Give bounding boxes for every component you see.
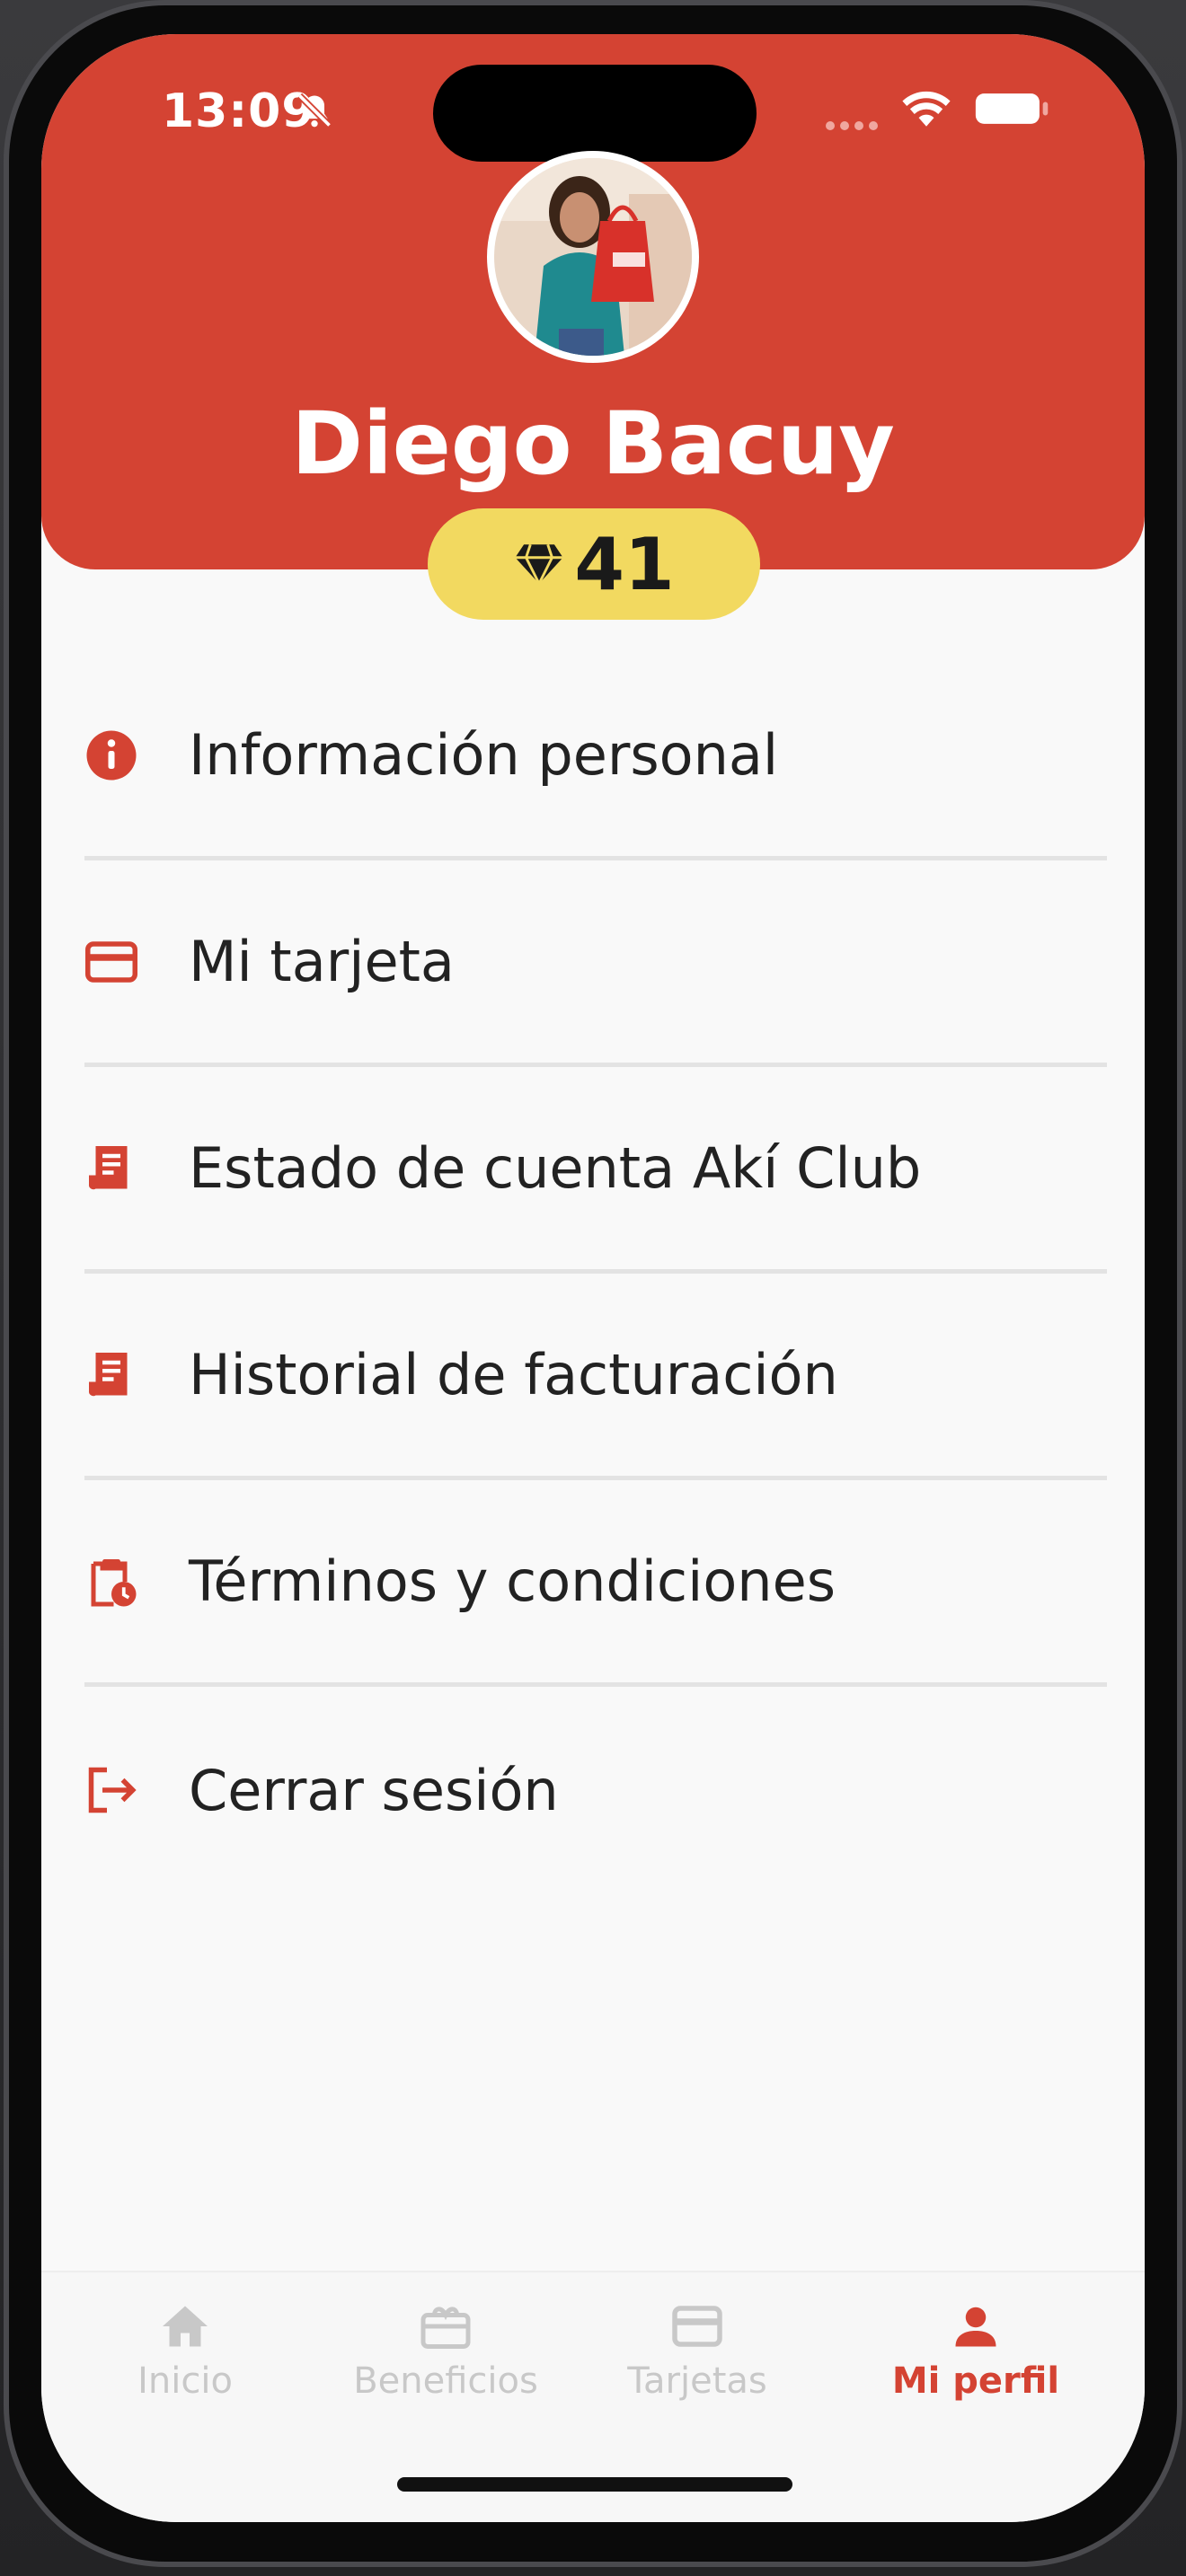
tab-label: Beneficios (353, 2360, 538, 2402)
menu-item-label: Términos y condiciones (189, 1548, 836, 1614)
points-value: 41 (574, 522, 675, 606)
battery-icon (975, 93, 1049, 124)
bell-muted-icon (296, 93, 332, 128)
person-icon (955, 2307, 996, 2347)
menu-item-logout[interactable]: Cerrar sesión (84, 1687, 1107, 1893)
home-icon (163, 2306, 208, 2347)
user-name: Diego Bacuy (291, 393, 895, 494)
menu-item-terms[interactable]: Términos y condiciones (84, 1480, 1107, 1687)
menu-item-my-card[interactable]: Mi tarjeta (84, 860, 1107, 1067)
receipt-icon (84, 1348, 138, 1402)
menu-item-billing-history[interactable]: Historial de facturación (84, 1274, 1107, 1480)
points-badge: 41 (428, 508, 760, 620)
profile-menu: Información personal Mi tarjeta Estado d… (84, 654, 1107, 1893)
tab-mi-perfil[interactable]: Mi perfil (868, 2299, 1084, 2402)
home-indicator[interactable] (397, 2477, 792, 2492)
receipt-icon (84, 1142, 138, 1195)
dynamic-island (433, 65, 757, 162)
menu-item-label: Mi tarjeta (189, 929, 455, 994)
tab-inicio[interactable]: Inicio (113, 2299, 257, 2402)
tab-tarjetas[interactable]: Tarjetas (580, 2299, 814, 2402)
avatar[interactable] (487, 151, 699, 363)
diamond-icon (515, 543, 563, 587)
avatar-photo (494, 158, 692, 356)
tab-label: Inicio (137, 2360, 233, 2402)
menu-item-label: Cerrar sesión (189, 1757, 559, 1823)
tab-label: Tarjetas (627, 2360, 767, 2402)
tab-label: Mi perfil (891, 2360, 1060, 2402)
status-time: 13:09 (162, 84, 315, 138)
cellular-signal-icon (826, 121, 878, 130)
info-icon (84, 728, 138, 782)
menu-item-label: Historial de facturación (189, 1342, 838, 1407)
menu-item-label: Estado de cuenta Akí Club (189, 1135, 922, 1201)
credit-card-icon (84, 935, 138, 989)
clipboard-clock-icon (84, 1555, 138, 1609)
gift-icon (420, 2307, 471, 2349)
app-screen: 13:09 Diego Bacuy 41 Información persona… (41, 34, 1145, 2522)
tab-beneficios[interactable]: Beneficios (311, 2299, 580, 2402)
menu-item-label: Información personal (189, 722, 779, 788)
card-icon (672, 2306, 722, 2347)
menu-item-personal-info[interactable]: Información personal (84, 654, 1107, 860)
profile-header: 13:09 Diego Bacuy (41, 34, 1145, 569)
wifi-icon (902, 91, 951, 127)
logout-icon (84, 1763, 138, 1817)
menu-item-account-statement[interactable]: Estado de cuenta Akí Club (84, 1067, 1107, 1274)
